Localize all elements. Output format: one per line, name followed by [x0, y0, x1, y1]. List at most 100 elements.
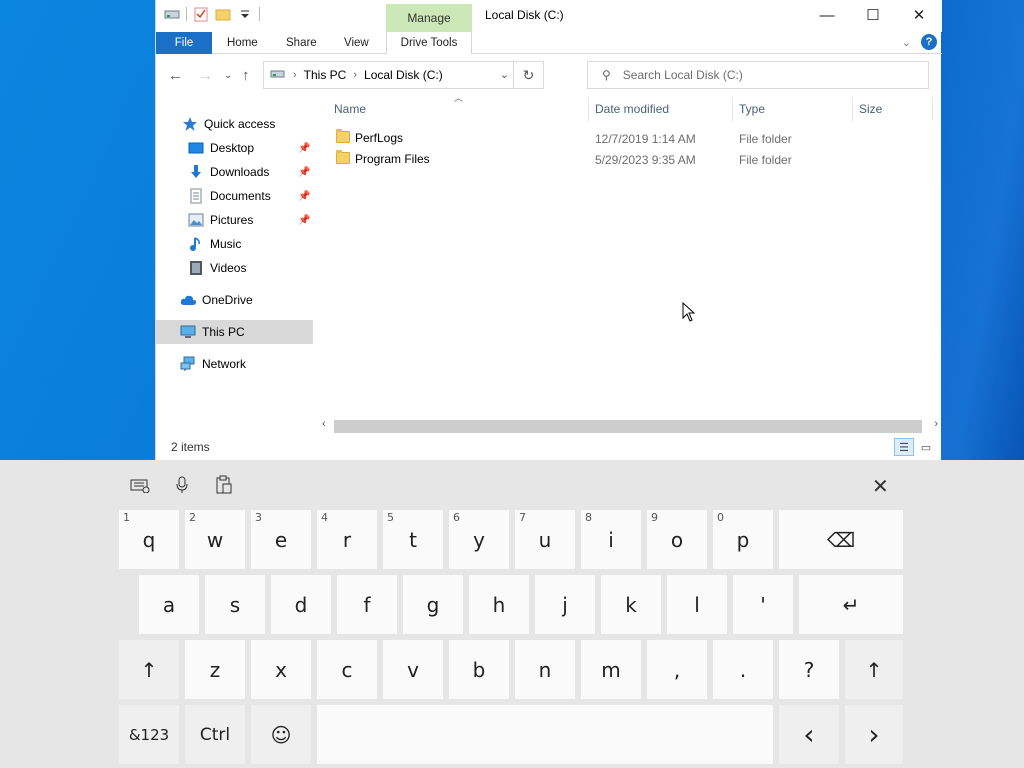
- maximize-button[interactable]: ☐: [850, 0, 896, 30]
- help-icon[interactable]: ?: [921, 34, 937, 50]
- key-s[interactable]: s: [205, 575, 265, 634]
- key-c[interactable]: c: [317, 640, 377, 699]
- left-arrow-key[interactable]: ‹: [779, 705, 839, 764]
- key-o[interactable]: 9o: [647, 510, 707, 569]
- horizontal-scrollbar[interactable]: ‹ ›: [318, 418, 942, 435]
- ctrl-key[interactable]: Ctrl: [185, 705, 245, 764]
- key-m[interactable]: m: [581, 640, 641, 699]
- recent-locations-icon[interactable]: ⌄: [224, 70, 232, 81]
- scrollbar-thumb[interactable]: [334, 420, 922, 433]
- key-d[interactable]: d: [271, 575, 331, 634]
- key-h[interactable]: h: [469, 575, 529, 634]
- tab-share[interactable]: Share: [286, 32, 317, 54]
- details-view-icon[interactable]: ☰: [894, 438, 914, 456]
- column-divider[interactable]: [932, 97, 933, 121]
- key-period[interactable]: .: [713, 640, 773, 699]
- nav-item-downloads[interactable]: Downloads 📌: [156, 160, 313, 184]
- close-keyboard-button[interactable]: ✕: [872, 474, 889, 499]
- pin-icon[interactable]: 📌: [298, 143, 310, 154]
- key-u[interactable]: 7u: [515, 510, 575, 569]
- chevron-down-icon[interactable]: ⌄: [500, 68, 509, 81]
- customize-toolbar-icon[interactable]: [237, 6, 253, 22]
- space-key[interactable]: [317, 705, 773, 764]
- breadcrumb-local-disk[interactable]: Local Disk (C:): [364, 68, 443, 82]
- nav-item-desktop[interactable]: Desktop 📌: [156, 136, 313, 160]
- key-i[interactable]: 8i: [581, 510, 641, 569]
- scroll-left-arrow-icon[interactable]: ‹: [322, 418, 326, 430]
- new-folder-icon[interactable]: [215, 6, 231, 22]
- key-v[interactable]: v: [383, 640, 443, 699]
- column-divider[interactable]: [852, 97, 853, 121]
- enter-key[interactable]: ↵: [799, 575, 903, 634]
- minimize-button[interactable]: —: [804, 0, 850, 30]
- symbols-key[interactable]: &123: [119, 705, 179, 764]
- nav-item-documents[interactable]: Documents 📌: [156, 184, 313, 208]
- key-question[interactable]: ?: [779, 640, 839, 699]
- key-e[interactable]: 3e: [251, 510, 311, 569]
- key-p[interactable]: 0p: [713, 510, 773, 569]
- column-divider[interactable]: [588, 97, 589, 121]
- nav-item-videos[interactable]: Videos: [156, 256, 313, 280]
- table-row[interactable]: PerfLogs 12/7/2019 1:14 AM File folder: [326, 128, 942, 149]
- column-header-size[interactable]: Size: [859, 102, 882, 116]
- key-comma[interactable]: ,: [647, 640, 707, 699]
- column-header-type[interactable]: Type: [739, 102, 765, 116]
- key-y[interactable]: 6y: [449, 510, 509, 569]
- pin-icon[interactable]: 📌: [298, 167, 310, 178]
- pin-icon[interactable]: 📌: [298, 191, 310, 202]
- right-arrow-key[interactable]: ›: [845, 705, 903, 764]
- nav-item-network[interactable]: Network: [156, 352, 313, 376]
- key-j[interactable]: j: [535, 575, 595, 634]
- backspace-key[interactable]: ⌫: [779, 510, 903, 569]
- key-x[interactable]: x: [251, 640, 311, 699]
- shift-left-key[interactable]: ↑: [119, 640, 179, 699]
- key-q[interactable]: 1q: [119, 510, 179, 569]
- nav-item-onedrive[interactable]: OneDrive: [156, 288, 313, 312]
- key-z[interactable]: z: [185, 640, 245, 699]
- key-a[interactable]: a: [139, 575, 199, 634]
- key-r[interactable]: 4r: [317, 510, 377, 569]
- tab-drive-tools[interactable]: Drive Tools: [386, 32, 472, 54]
- breadcrumb-this-pc[interactable]: This PC: [304, 68, 347, 82]
- nav-item-this-pc[interactable]: This PC: [156, 320, 313, 344]
- tab-home[interactable]: Home: [227, 32, 258, 54]
- pin-icon[interactable]: 📌: [298, 215, 310, 226]
- keyboard-settings-icon[interactable]: [130, 475, 150, 495]
- microphone-icon[interactable]: [172, 475, 192, 495]
- column-header-date-modified[interactable]: Date modified: [595, 102, 669, 116]
- key-k[interactable]: k: [601, 575, 661, 634]
- key-b[interactable]: b: [449, 640, 509, 699]
- key-g[interactable]: g: [403, 575, 463, 634]
- back-arrow-icon[interactable]: ←: [168, 67, 183, 84]
- drive-icon[interactable]: [164, 6, 180, 22]
- expand-ribbon-icon[interactable]: ⌄: [902, 36, 911, 49]
- column-divider[interactable]: [732, 97, 733, 121]
- search-input[interactable]: ⚲ Search Local Disk (C:): [587, 61, 929, 89]
- key-f[interactable]: f: [337, 575, 397, 634]
- nav-item-quick-access[interactable]: Quick access: [156, 112, 313, 136]
- key-l[interactable]: l: [667, 575, 727, 634]
- key-n[interactable]: n: [515, 640, 575, 699]
- clipboard-icon[interactable]: [214, 475, 234, 495]
- tab-file[interactable]: File: [156, 32, 212, 54]
- manage-context-tab[interactable]: Manage: [386, 4, 472, 32]
- shift-right-key[interactable]: ↑: [845, 640, 903, 699]
- properties-icon[interactable]: [193, 6, 209, 22]
- key-t[interactable]: 5t: [383, 510, 443, 569]
- file-type: File folder: [739, 153, 792, 167]
- key-w[interactable]: 2w: [185, 510, 245, 569]
- close-button[interactable]: ✕: [896, 0, 942, 30]
- table-row[interactable]: Program Files 5/29/2023 9:35 AM File fol…: [326, 149, 942, 170]
- up-arrow-icon[interactable]: ↑: [242, 67, 250, 84]
- nav-item-music[interactable]: Music: [156, 232, 313, 256]
- forward-arrow-icon[interactable]: →: [198, 67, 213, 84]
- tab-view[interactable]: View: [344, 32, 369, 54]
- emoji-key[interactable]: ☺: [251, 705, 311, 764]
- key-apostrophe[interactable]: ': [733, 575, 793, 634]
- refresh-icon[interactable]: ↻: [513, 62, 543, 88]
- address-bar[interactable]: › This PC › Local Disk (C:) ⌄ ↻: [263, 61, 544, 89]
- column-header-name[interactable]: Name: [334, 102, 366, 116]
- nav-item-pictures[interactable]: Pictures 📌: [156, 208, 313, 232]
- large-icons-view-icon[interactable]: ▭: [916, 438, 936, 456]
- scroll-right-arrow-icon[interactable]: ›: [934, 418, 938, 430]
